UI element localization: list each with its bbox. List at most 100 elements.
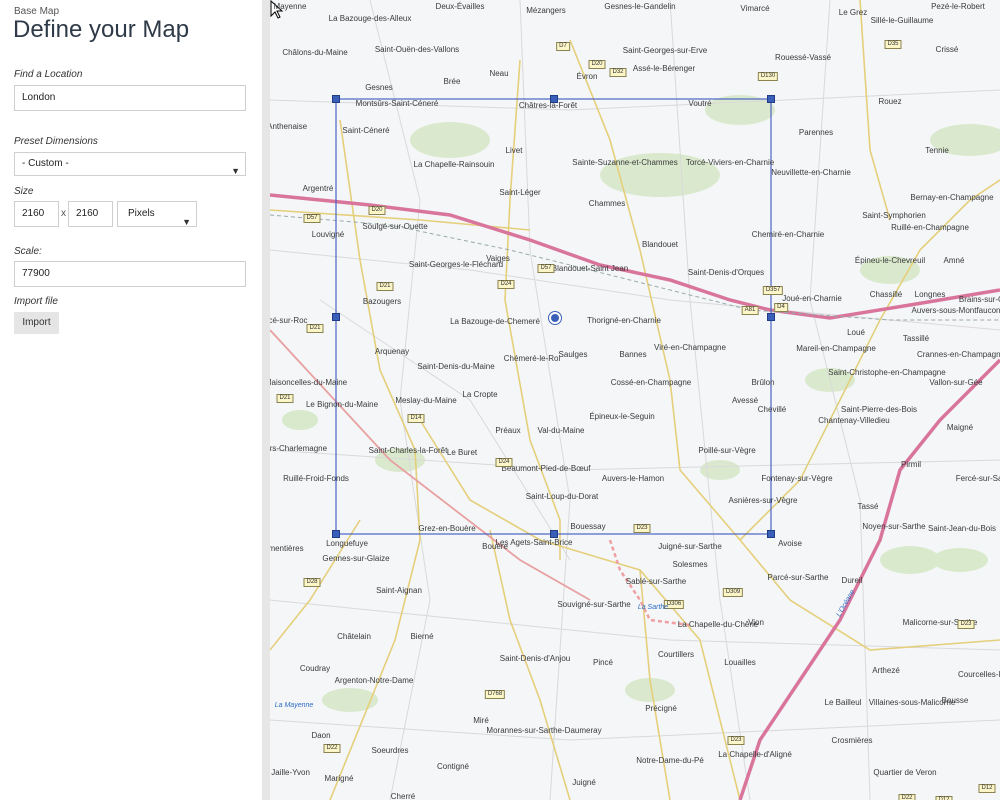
resize-handle-nw[interactable] — [332, 95, 340, 103]
town-label: Parcé-sur-Sarthe — [767, 573, 829, 582]
town-label: Les Agets-Saint-Brice — [495, 538, 573, 547]
town-label: La Chapelle-du-Chêne — [677, 620, 759, 629]
town-label: Avoise — [778, 539, 802, 548]
town-label: Meslay-du-Maine — [395, 396, 457, 405]
town-label: Saint-Georges-le-Fléchard — [408, 260, 504, 269]
scale-input[interactable]: 77900 — [14, 261, 246, 287]
town-label: Fercé-sur-Sarthe — [955, 474, 1000, 483]
town-label: Voutré — [688, 99, 712, 108]
town-label: Avessé — [731, 396, 759, 405]
town-label: Assé-le-Bérenger — [632, 64, 696, 73]
town-label: Bazougers — [362, 297, 402, 306]
town-label: Marigné — [324, 774, 354, 783]
town-label: Crissé — [935, 45, 959, 54]
panel-divider[interactable] — [262, 0, 270, 800]
town-label: Épineu-le-Chevreuil — [854, 256, 926, 265]
page-title: Define your Map — [13, 16, 190, 43]
town-label: Rouessé-Vassé — [775, 53, 831, 62]
town-label: Chassillé — [869, 290, 903, 299]
town-label: Chammes — [588, 199, 626, 208]
town-label: Brée — [443, 77, 461, 86]
road-label: D22 — [323, 744, 341, 753]
resize-handle-e[interactable] — [767, 313, 775, 321]
road-label: D23 — [957, 620, 975, 629]
map-view[interactable]: Mayenne La Bazouge-des-Alleux Deux-Évaille… — [270, 0, 1000, 800]
center-marker[interactable] — [549, 312, 561, 324]
town-label: Bierné — [410, 632, 434, 641]
town-label: Longnes — [914, 290, 946, 299]
size-times: x — [61, 208, 66, 219]
town-label: La Jaille-Yvon — [270, 768, 310, 777]
resize-handle-w[interactable] — [332, 313, 340, 321]
town-label: Notre-Dame-du-Pé — [636, 756, 704, 765]
town-label: Chapelle-Anthenaise — [270, 122, 308, 131]
resize-handle-ne[interactable] — [767, 95, 775, 103]
town-label: Saint-Georges-sur-Erve — [622, 46, 708, 55]
town-label: Saint-Loup-du-Dorat — [525, 492, 599, 501]
town-label: Saint-Ouën-des-Vallons — [374, 45, 460, 54]
town-label: Rouez — [878, 97, 902, 106]
town-label: Arquenay — [374, 347, 410, 356]
town-label: Maigné — [946, 423, 974, 432]
town-label: Saint-Léger — [499, 188, 541, 197]
town-label: Saulges — [558, 350, 588, 359]
town-label: Sillé-le-Guillaume — [870, 16, 934, 25]
town-label: Châtres-la-Forêt — [518, 101, 578, 110]
town-label: Auvers-sous-Montfaucon — [911, 306, 1000, 315]
road-label: D768 — [484, 690, 506, 699]
town-label: Dureil — [841, 576, 863, 585]
town-label: Poillé-sur-Vègre — [698, 446, 756, 455]
town-label: Noyen-sur-Sarthe — [862, 522, 926, 531]
town-label: Le Bignon-du-Maine — [305, 400, 379, 409]
town-label: Le Grez — [838, 8, 868, 17]
town-label: Souvigné-sur-Sarthe — [557, 600, 631, 609]
town-label: Sablé-sur-Sarthe — [625, 577, 687, 586]
town-label: Tassé — [857, 502, 879, 511]
road-label: D309 — [722, 588, 744, 597]
resize-handle-s[interactable] — [550, 530, 558, 538]
town-label: Cherré — [390, 792, 416, 800]
town-label: Le Bailleul — [824, 698, 862, 707]
location-input[interactable]: London — [14, 85, 246, 111]
forest-areas — [282, 95, 1000, 712]
import-button[interactable]: Import — [14, 312, 59, 334]
town-label: Châlons-du-Maine — [282, 48, 348, 57]
width-input[interactable]: 2160 — [14, 201, 59, 227]
town-label: Miré — [473, 716, 489, 725]
side-panel: Base Map Define your Map Find a Location… — [0, 0, 262, 800]
size-label: Size — [14, 186, 34, 197]
resize-handle-sw[interactable] — [332, 530, 340, 538]
town-label: Brains-sur-Gée — [958, 295, 1000, 304]
town-label: Soulgé-sur-Ouette — [362, 222, 428, 231]
resize-handle-se[interactable] — [767, 530, 775, 538]
road-label: D7 — [556, 42, 570, 51]
width-value: 2160 — [22, 208, 45, 219]
town-label: Crosmières — [831, 736, 873, 745]
preset-select[interactable]: - Custom - ▼ — [14, 152, 246, 176]
town-label: Soeurdres — [371, 746, 409, 755]
town-label: Saint-Aignan — [376, 586, 422, 595]
town-label: Mayenne — [273, 2, 307, 11]
town-label: Bannes — [619, 350, 647, 359]
town-label: Neau — [489, 69, 509, 78]
caret-down-icon: ▼ — [182, 217, 191, 227]
town-label: La Chapelle-d'Aligné — [718, 750, 792, 759]
height-input[interactable]: 2160 — [68, 201, 113, 227]
town-label: Thorigné-en-Charnie — [587, 316, 661, 325]
water-label: La Sarthe — [637, 604, 669, 611]
town-label: Joué-en-Charnie — [782, 294, 842, 303]
town-label: Courtillers — [657, 650, 695, 659]
town-label: Pezé-le-Robert — [931, 2, 985, 11]
town-label: Gesnes-le-Gandelin — [604, 2, 676, 11]
town-label: Coudray — [299, 664, 331, 673]
unit-select[interactable]: Pixels ▼ — [117, 201, 197, 227]
town-label: Bouessay — [570, 522, 606, 531]
town-label: Amné — [943, 256, 965, 265]
town-label: Fromentières — [270, 544, 304, 553]
town-label: Saint-Charles-la-Forêt — [368, 446, 448, 455]
town-label: Torcé-Viviers-en-Charnie — [685, 158, 775, 167]
town-label: Chantenay-Villedieu — [818, 416, 890, 425]
town-label: Contigné — [436, 762, 470, 771]
town-label: Brûlon — [751, 378, 775, 387]
town-label: Villiers-Charlemagne — [270, 444, 328, 453]
